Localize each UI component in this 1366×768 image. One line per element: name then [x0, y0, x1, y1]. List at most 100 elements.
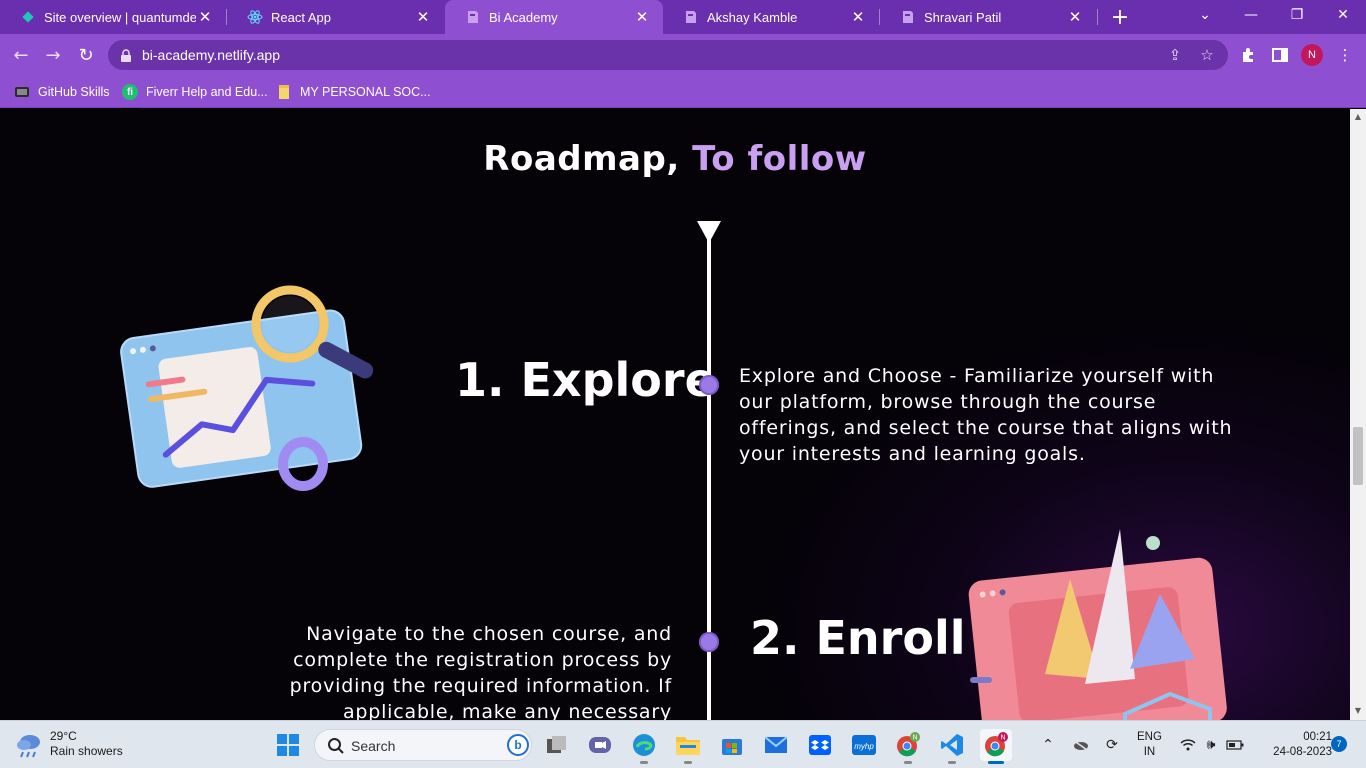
weather-widget[interactable]: 29°C Rain showers — [14, 729, 123, 759]
wifi-icon[interactable] — [1178, 735, 1198, 755]
timeline-dot-1 — [699, 375, 719, 395]
new-tab-button[interactable]: + — [1108, 5, 1132, 30]
page-title: Roadmap, To follow — [0, 139, 1350, 179]
scroll-up-arrow-icon[interactable]: ▲ — [1353, 112, 1363, 122]
myhp-icon[interactable]: myhp — [848, 729, 880, 761]
language-code: ENG — [1137, 731, 1162, 743]
windows-taskbar: 29°C Rain showers Search b myhp N N ⌃ ⟳ … — [0, 720, 1366, 768]
running-indicator — [684, 761, 692, 764]
tab-site-overview[interactable]: Site overview | quantumdesig ✕ — [0, 0, 226, 34]
taskbar-search[interactable]: Search b — [314, 729, 532, 761]
vscode-icon[interactable] — [936, 729, 968, 764]
search-placeholder: Search — [351, 738, 396, 754]
tray-overflow-chevron-icon[interactable]: ⌃ — [1038, 735, 1058, 755]
enroll-illustration — [968, 529, 1227, 720]
weather-temperature: 29°C — [50, 729, 77, 743]
tab-title: Site overview | quantumdesig — [44, 9, 196, 25]
tab-react-app[interactable]: React App ✕ — [227, 0, 444, 34]
reload-icon[interactable]: ↻ — [73, 42, 99, 68]
tab-title: Bi Academy — [489, 9, 558, 25]
battery-icon[interactable] — [1225, 735, 1245, 755]
bi-academy-icon — [465, 9, 481, 25]
address-bar[interactable]: bi-academy.netlify.app ⇪ ☆ — [108, 40, 1228, 70]
close-icon[interactable]: ✕ — [196, 8, 214, 26]
chrome-active-icon[interactable]: N — [980, 729, 1012, 764]
tab-shravari-patil[interactable]: Shravari Patil ✕ — [880, 0, 1096, 34]
close-icon[interactable]: ✕ — [849, 8, 867, 26]
tab-akshay-kamble[interactable]: Akshay Kamble ✕ — [663, 0, 879, 34]
bookmark-star-icon[interactable]: ☆ — [1198, 46, 1216, 64]
search-icon — [327, 737, 345, 755]
running-indicator — [988, 761, 1004, 764]
svg-text:myhp: myhp — [854, 742, 874, 751]
back-arrow-icon[interactable]: ← — [8, 42, 34, 68]
tab-divider — [1097, 9, 1098, 25]
forward-arrow-icon[interactable]: → — [40, 42, 66, 68]
file-explorer-icon[interactable] — [672, 729, 704, 764]
minimize-button[interactable]: — — [1228, 0, 1274, 30]
tab-bi-academy[interactable]: Bi Academy ✕ — [445, 0, 663, 34]
notification-badge[interactable]: 7 — [1331, 736, 1347, 752]
explore-illustration — [120, 285, 374, 491]
profile-avatar[interactable]: N — [1301, 44, 1323, 66]
step-2-title: 2. Enroll — [750, 611, 966, 665]
timeline-dot-2 — [699, 632, 719, 652]
bi-academy-icon — [900, 9, 916, 25]
bookmark-personal-folder[interactable]: MY PERSONAL SOC... — [276, 82, 431, 102]
browser-toolbar: ← → ↻ bi-academy.netlify.app ⇪ ☆ N ⋮ — [0, 34, 1366, 76]
bookmarks-bar: GitHub Skills fi Fiverr Help and Edu... … — [0, 76, 1366, 108]
heading-main: Roadmap, — [483, 139, 680, 179]
weather-description: Rain showers — [50, 744, 123, 758]
svg-text:N: N — [1000, 735, 1005, 742]
volume-icon[interactable]: 🕪 — [1201, 735, 1221, 755]
edge-browser-icon[interactable] — [628, 729, 660, 764]
bing-icon[interactable]: b — [507, 734, 529, 756]
bookmark-label: Fiverr Help and Edu... — [146, 85, 268, 99]
react-atom-icon — [247, 9, 263, 25]
system-clock[interactable]: 00:21 24-08-2023 — [1256, 730, 1332, 760]
bookmark-label: GitHub Skills — [38, 85, 110, 99]
onedrive-icon[interactable] — [1070, 735, 1090, 755]
svg-text:N: N — [912, 735, 917, 742]
step-1-description: Explore and Choose - Familiarize yoursel… — [739, 365, 1233, 465]
dropbox-icon[interactable] — [804, 729, 836, 761]
roadmap-section: Roadmap, To follow 1. Explore Explore an… — [0, 109, 1350, 720]
close-icon[interactable]: ✕ — [1066, 8, 1084, 26]
heading-accent: To follow — [692, 139, 867, 179]
step-2-description: Navigate to the chosen course, and compl… — [289, 623, 672, 720]
extensions-puzzle-icon[interactable] — [1237, 44, 1259, 66]
clock-time: 00:21 — [1303, 731, 1332, 743]
teams-chat-icon[interactable] — [584, 729, 616, 761]
close-icon[interactable]: ✕ — [633, 8, 651, 26]
chrome-profile-icon[interactable]: N — [892, 729, 924, 764]
kebab-menu-icon[interactable]: ⋮ — [1334, 44, 1356, 66]
region-code: IN — [1143, 746, 1156, 758]
bookmark-label: MY PERSONAL SOC... — [300, 85, 431, 99]
task-view-icon[interactable] — [541, 729, 573, 761]
page-scrollbar[interactable]: ▲ ▼ — [1350, 109, 1366, 720]
url-text: bi-academy.netlify.app — [142, 47, 280, 63]
scroll-down-arrow-icon[interactable]: ▼ — [1353, 706, 1363, 716]
fiverr-icon: fi — [122, 84, 138, 100]
github-icon — [14, 84, 30, 100]
start-button[interactable] — [272, 729, 304, 761]
language-indicator[interactable]: ENG IN — [1137, 730, 1162, 760]
sync-icon[interactable]: ⟳ — [1102, 735, 1122, 755]
share-icon[interactable]: ⇪ — [1166, 46, 1184, 64]
tab-title: React App — [271, 9, 331, 25]
close-window-button[interactable]: ✕ — [1320, 0, 1366, 30]
restore-button[interactable]: ❐ — [1274, 0, 1320, 30]
step-1-title: 1. Explore — [455, 353, 716, 407]
tab-title: Shravari Patil — [924, 9, 1002, 25]
bookmark-github-skills[interactable]: GitHub Skills — [14, 82, 110, 102]
tab-strip: Site overview | quantumdesig ✕ React App… — [0, 0, 1366, 34]
tab-search-chevron-icon[interactable]: ⌄ — [1182, 0, 1228, 30]
netlify-diamond-icon — [20, 9, 36, 25]
side-panel-icon[interactable] — [1269, 44, 1291, 66]
scrollbar-thumb[interactable] — [1353, 427, 1363, 485]
close-icon[interactable]: ✕ — [414, 8, 432, 26]
microsoft-store-icon[interactable] — [716, 729, 748, 761]
bookmark-fiverr[interactable]: fi Fiverr Help and Edu... — [122, 82, 268, 102]
mail-icon[interactable] — [760, 729, 792, 761]
folder-icon — [276, 84, 292, 100]
